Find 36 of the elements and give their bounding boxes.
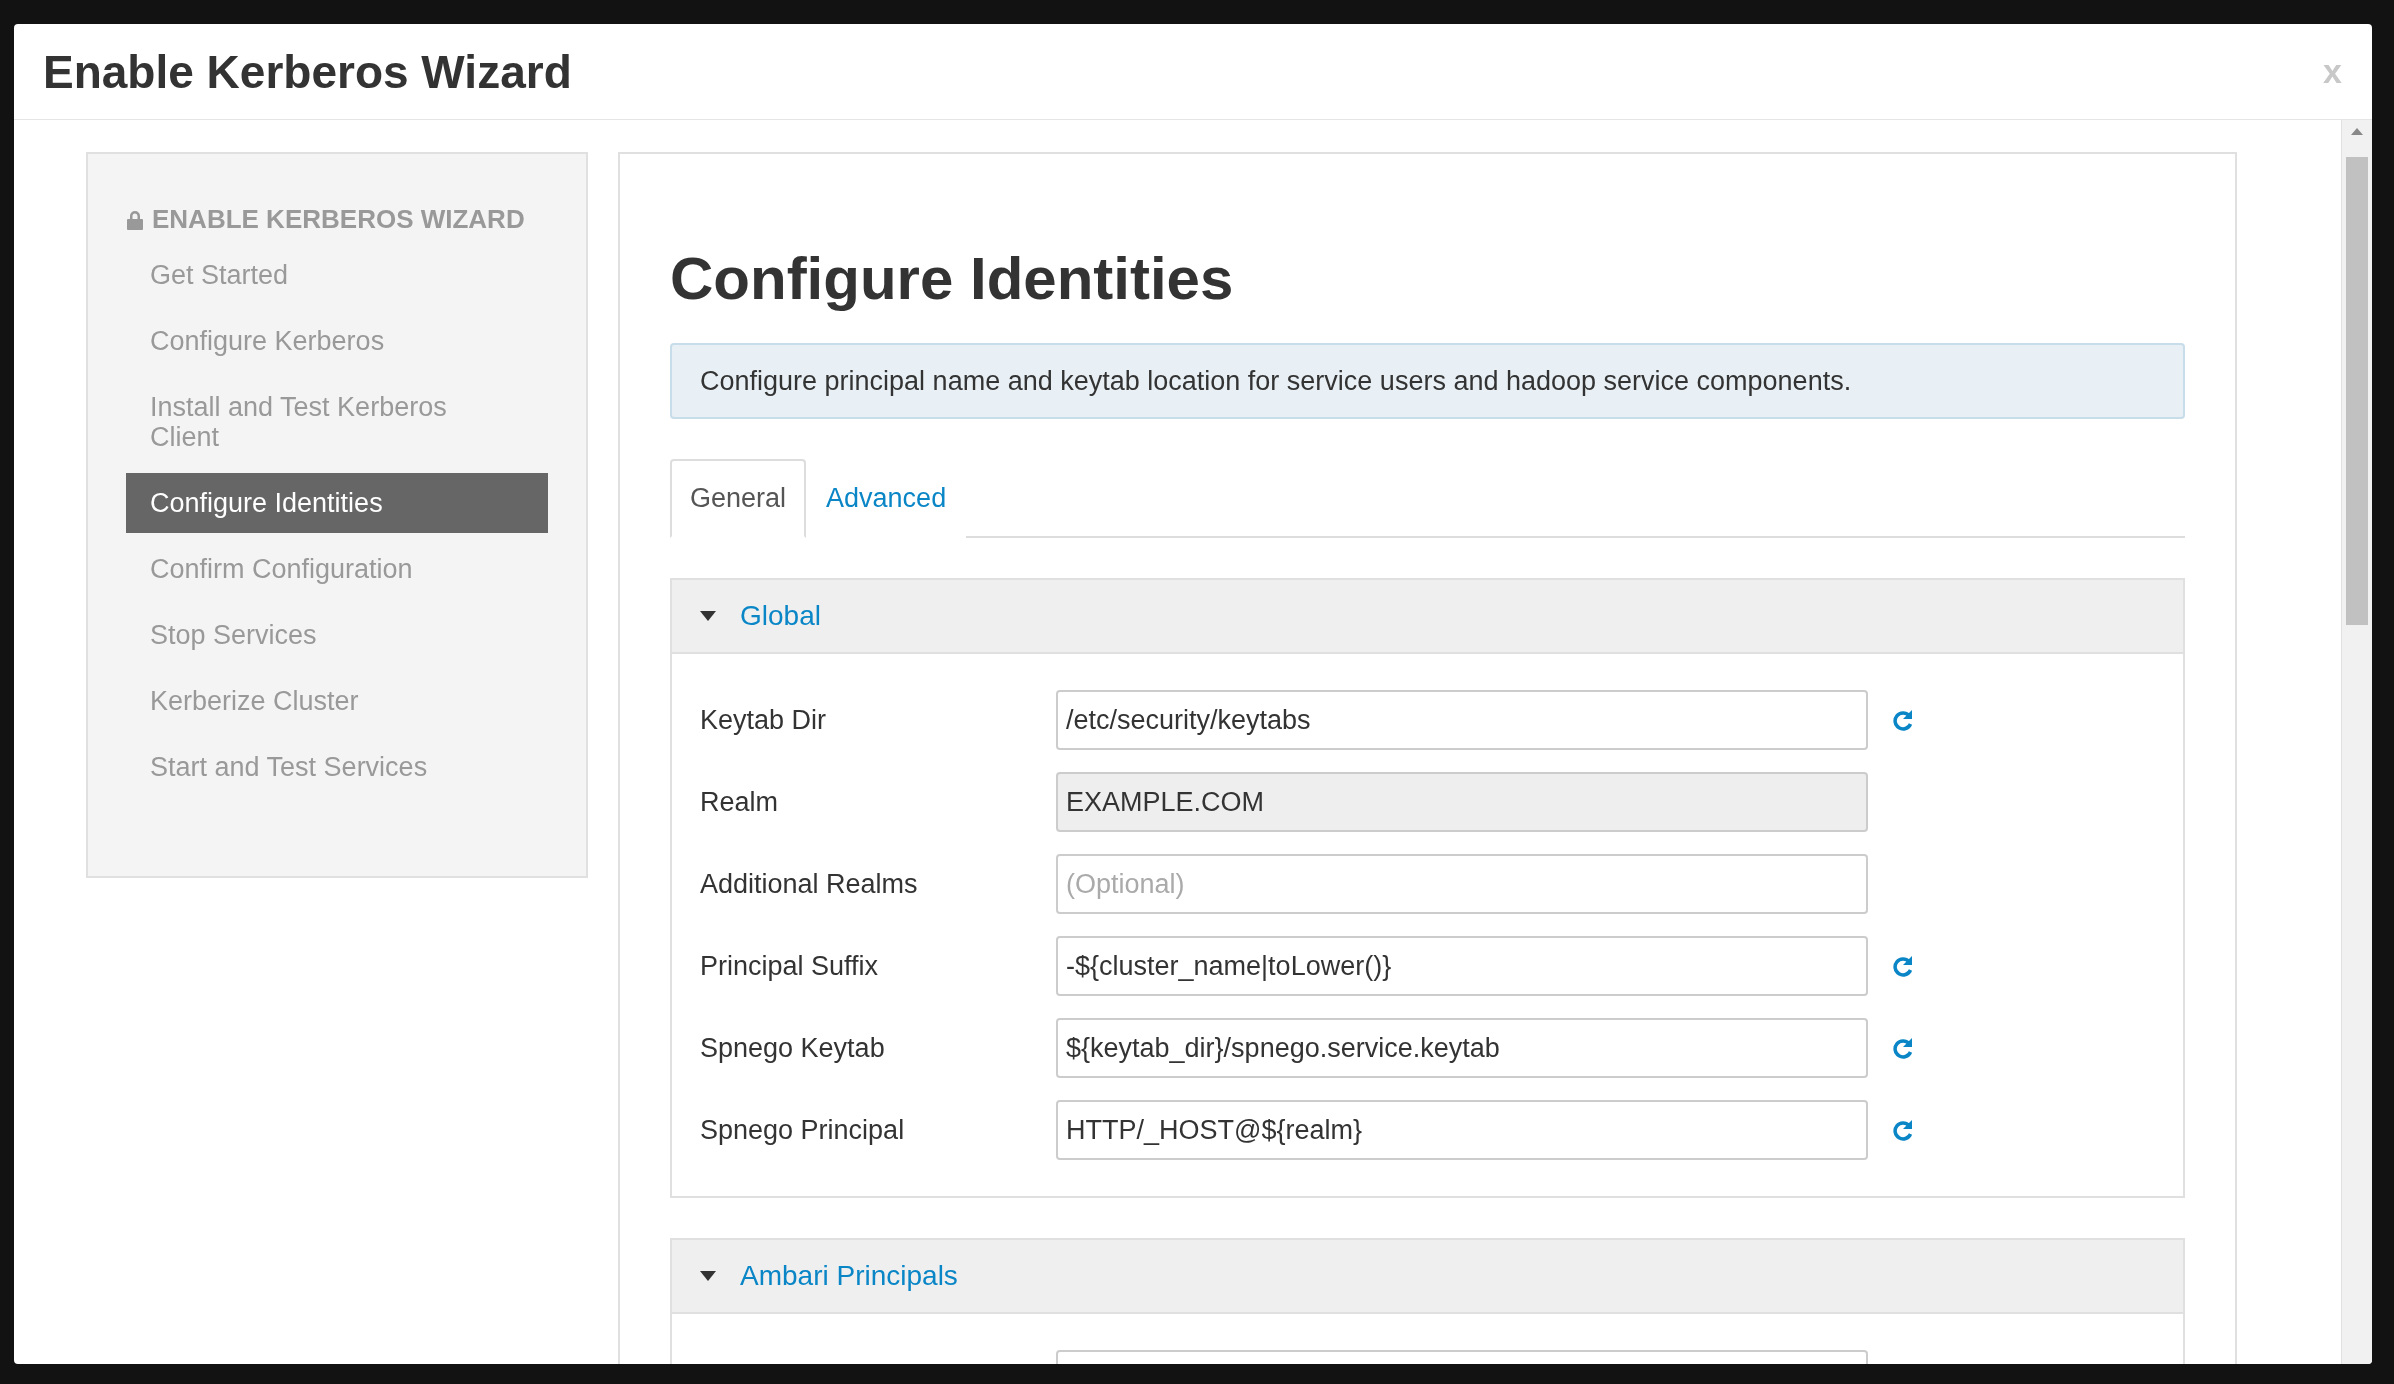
section-header[interactable]: Global	[672, 580, 2183, 654]
input-field[interactable]: (Optional)	[1056, 854, 1868, 914]
field-label: Principal Suffix	[700, 950, 880, 982]
wizard-step[interactable]: Stop Services	[126, 605, 548, 665]
lock-icon	[126, 209, 144, 230]
wizard-step[interactable]: Kerberize Cluster	[126, 671, 548, 731]
refresh-icon[interactable]	[1892, 1119, 1914, 1141]
scrollbar[interactable]	[2341, 120, 2372, 1364]
info-message: Configure principal name and keytab location for service users and hadoop service components.	[670, 343, 2185, 419]
wizard-step[interactable]: Get Started	[126, 245, 548, 305]
field-label: Realm	[700, 786, 780, 818]
refresh-icon[interactable]	[1892, 955, 1914, 977]
refresh-icon[interactable]	[1892, 1037, 1914, 1059]
wizard-step[interactable]: Confirm Configuration	[126, 539, 548, 599]
refresh-icon[interactable]	[1892, 709, 1914, 731]
input-field[interactable]: HTTP/_HOST@${realm}	[1056, 1100, 1868, 1160]
field-label: Keytab Dir	[700, 704, 828, 736]
field-label: Additional Realms	[700, 868, 919, 900]
section-header[interactable]: Ambari Principals	[672, 1240, 2183, 1314]
field-label: Spnego Principal	[700, 1114, 906, 1146]
caret-icon	[700, 611, 716, 621]
section-title[interactable]: Global	[740, 600, 821, 632]
input-field[interactable]: /etc/security/keytabs	[1056, 690, 1868, 750]
input-field[interactable]: ${keytab_dir}/spnego.service.keytab	[1056, 1018, 1868, 1078]
section-title[interactable]: Ambari Principals	[740, 1260, 958, 1292]
field-label: Spnego Keytab	[700, 1032, 886, 1064]
input-field[interactable]: -${cluster_name|toLower()}	[1056, 936, 1868, 996]
wizard-step[interactable]: Start and Test Services	[126, 737, 548, 797]
page-heading: Configure Identities	[670, 244, 1235, 313]
wizard-step[interactable]: Configure Kerberos	[126, 311, 548, 371]
caret-icon	[700, 1271, 716, 1281]
tab[interactable]: General	[670, 459, 807, 538]
dialog-title: Enable Kerberos Wizard	[43, 44, 572, 99]
wizard-step[interactable]: Install and Test Kerberos Client	[126, 377, 548, 467]
wizard-step[interactable]: Configure Identities	[126, 473, 548, 533]
sidebar-heading: ENABLE KERBEROS WIZARD	[152, 204, 525, 235]
